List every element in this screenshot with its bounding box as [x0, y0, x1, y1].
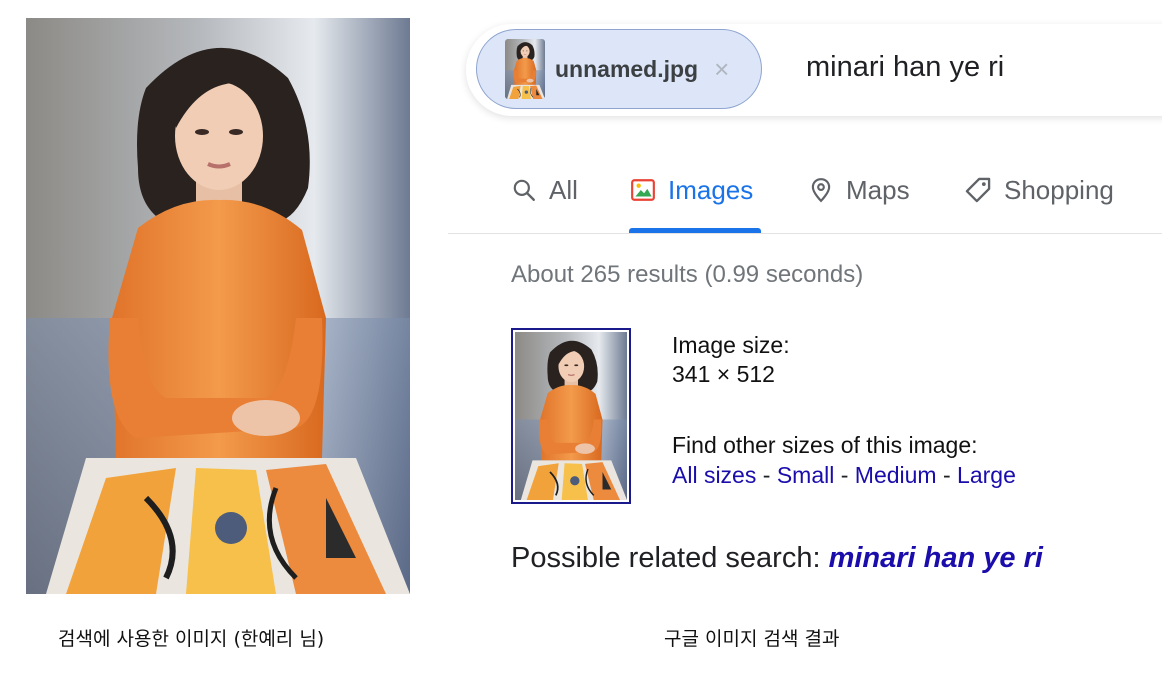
search-icon [513, 179, 535, 201]
find-other-sizes-label: Find other sizes of this image: [672, 432, 978, 458]
source-photo [26, 18, 410, 594]
active-tab-indicator [629, 228, 761, 233]
image-size-value: 341 × 512 [672, 361, 775, 387]
result-image-thumbnail[interactable] [511, 328, 631, 504]
search-tabs: All Images Maps Shopping [448, 160, 1162, 234]
image-icon [631, 179, 655, 201]
related-search-label: Possible related search: [511, 542, 829, 574]
image-size-label: Image size: [672, 332, 790, 358]
size-separator: - [936, 462, 958, 488]
tab-images-label: Images [668, 174, 754, 205]
chip-thumbnail [505, 39, 545, 99]
tab-all-label: All [549, 174, 578, 205]
search-bar[interactable]: unnamed.jpg × minari han ye ri [466, 24, 1162, 116]
search-image-chip[interactable]: unnamed.jpg × [476, 29, 762, 109]
link-all-sizes[interactable]: All sizes [672, 462, 756, 488]
chip-filename: unnamed.jpg [555, 55, 699, 82]
close-icon[interactable]: × [714, 56, 729, 82]
search-query[interactable]: minari han ye ri [806, 51, 1004, 84]
caption-source-image: 검색에 사용한 이미지 (한예리 님) [58, 628, 325, 650]
photo-illustration [26, 18, 410, 594]
tab-maps-label: Maps [846, 174, 910, 205]
results-stats: About 265 results (0.99 seconds) [511, 261, 864, 288]
link-large[interactable]: Large [957, 462, 1016, 488]
size-links: All sizes - Small - Medium - Large [672, 462, 1016, 489]
related-search: Possible related search: minari han ye r… [511, 542, 1043, 575]
tab-images[interactable]: Images [630, 172, 753, 208]
tab-shopping[interactable]: Shopping [964, 172, 1114, 208]
tab-all[interactable]: All [511, 172, 578, 208]
caption-search-results: 구글 이미지 검색 결과 [664, 628, 840, 650]
link-small[interactable]: Small [777, 462, 835, 488]
tab-maps[interactable]: Maps [808, 172, 910, 208]
size-separator: - [834, 462, 855, 488]
related-search-link[interactable]: minari han ye ri [829, 542, 1043, 574]
tab-shopping-label: Shopping [1004, 174, 1114, 205]
size-separator: - [756, 462, 777, 488]
link-medium[interactable]: Medium [855, 462, 937, 488]
map-pin-icon [811, 178, 831, 203]
tag-icon [965, 177, 991, 203]
